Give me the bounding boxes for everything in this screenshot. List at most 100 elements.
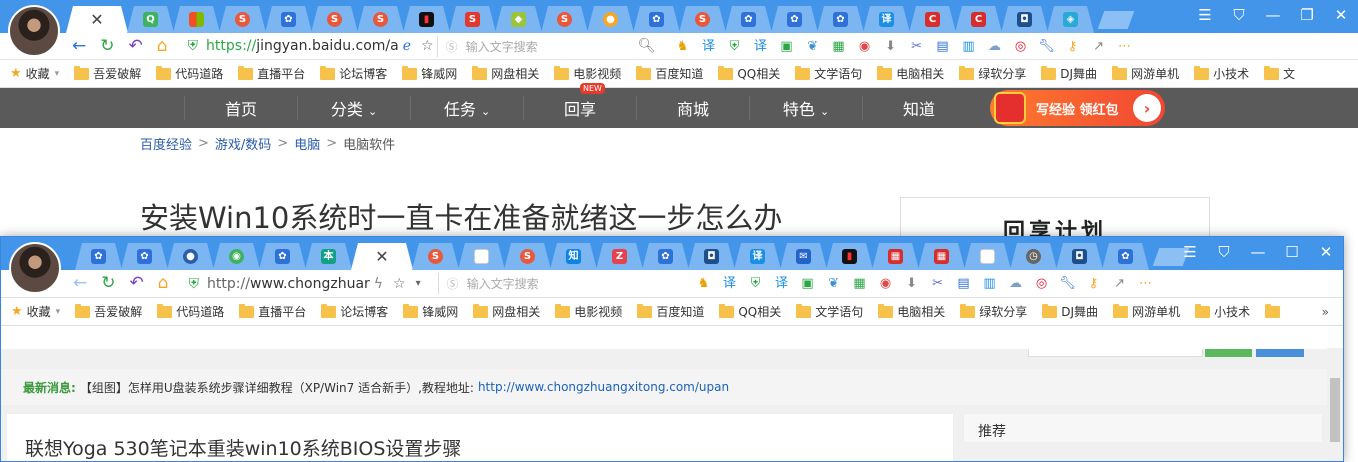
home-icon[interactable]: ⌂ (158, 275, 169, 292)
bookmark-folder[interactable]: 锋威网 (402, 65, 457, 82)
breadcrumb-item[interactable]: 百度经验 (140, 134, 192, 153)
restore-button[interactable]: ❐ (1290, 0, 1324, 30)
shield-ext-icon[interactable]: ⛨ (743, 274, 769, 294)
bus-icon[interactable]: ▤ (930, 36, 956, 56)
key-icon[interactable]: ⚷ (1081, 274, 1107, 294)
close-button[interactable]: ✕ (1324, 0, 1358, 30)
star-icon[interactable]: ☆ (393, 276, 406, 292)
tab[interactable]: ● (587, 6, 634, 33)
tab[interactable]: S (449, 6, 496, 33)
tab-close-icon[interactable]: ✕ (375, 247, 388, 266)
nav-mall[interactable]: 商城 (636, 96, 749, 120)
photo-ext-icon[interactable]: ▣ (795, 274, 821, 294)
url-field[interactable]: ⛨ http://www.chongzhuar ϟ ☆ ▾ (189, 273, 439, 294)
tab[interactable]: ◘ (1001, 6, 1048, 33)
back-arrow-icon[interactable]: ← (73, 275, 87, 292)
tab[interactable]: ◆ (495, 6, 542, 33)
translate-icon[interactable]: 译 (717, 274, 743, 294)
cloud-icon[interactable]: ☁ (1003, 274, 1029, 294)
scissors-icon[interactable]: ✂ (925, 274, 951, 294)
paste-icon[interactable]: ▥ (977, 274, 1003, 294)
tab[interactable]: ▮ (403, 6, 450, 33)
nav-share[interactable]: 回享 NEW (523, 83, 636, 120)
tab[interactable]: ✿ (121, 243, 168, 270)
bookmark-folder[interactable]: 电脑相关 (878, 303, 945, 320)
bookmark-folder[interactable]: 论坛博客 (321, 303, 388, 320)
bookmark-folder[interactable]: 电影视频 (555, 303, 622, 320)
bookmark-folder[interactable]: 绿软分享 (960, 303, 1027, 320)
tab-close-icon[interactable]: ✕ (90, 10, 103, 29)
weibo-icon[interactable]: ◎ (1029, 274, 1055, 294)
refresh-icon[interactable]: ↻ (101, 275, 115, 292)
tab[interactable] (173, 6, 220, 33)
bookmark-folder[interactable]: 网盘相关 (473, 303, 540, 320)
tab[interactable]: S (679, 6, 726, 33)
more-icon[interactable]: ⋯ (1133, 274, 1159, 294)
translate-icon[interactable]: 译 (696, 36, 722, 56)
tab-active[interactable]: ✕ (66, 6, 128, 33)
scrollbar-thumb[interactable] (1330, 378, 1340, 442)
bookmark-folder[interactable]: 小技术 (1194, 65, 1249, 82)
url-field[interactable]: ⛨ https://jingyan.baidu.com/a ℯ ☆ ▾ (188, 35, 438, 57)
lightning-icon[interactable]: ϟ (374, 276, 383, 292)
tab[interactable]: S (412, 243, 459, 270)
tab[interactable]: ◈ (1047, 6, 1094, 33)
tab[interactable]: ◉ (213, 243, 260, 270)
tab[interactable]: ✿ (259, 243, 306, 270)
bookmark-folder[interactable]: 绿软分享 (959, 65, 1026, 82)
cloud-icon[interactable]: ☁ (982, 36, 1008, 56)
minimize-button[interactable]: — (1241, 237, 1275, 267)
tab[interactable]: 译 (863, 6, 910, 33)
skin-icon[interactable]: ⛉ (1207, 237, 1241, 267)
tab[interactable]: ✿ (633, 6, 680, 33)
bookmark-folder[interactable]: 论坛博客 (320, 65, 387, 82)
nav-feature[interactable]: 特色 ⌄ (749, 96, 862, 120)
download-icon[interactable]: ⬇ (878, 36, 904, 56)
translate-icon[interactable]: 译 (769, 274, 795, 294)
bookmark-folder[interactable]: 文 (1264, 65, 1295, 82)
play-icon[interactable]: ◉ (852, 36, 878, 56)
site-login-button[interactable] (1256, 349, 1304, 357)
tab[interactable]: ✿ (817, 6, 864, 33)
tab[interactable]: C (955, 6, 1002, 33)
search-icon[interactable]: 🔍︎ (638, 38, 656, 54)
nav-tasks[interactable]: 任务 ⌄ (410, 96, 523, 120)
bookmark-folder[interactable]: 网盘相关 (472, 65, 539, 82)
tab[interactable]: ✿ (642, 243, 689, 270)
extension-icon[interactable]: ♞ (691, 274, 717, 294)
bookmark-folder[interactable]: 百度知道 (636, 65, 703, 82)
download-icon[interactable]: ⬇ (899, 274, 925, 294)
tab[interactable]: ✿ (725, 6, 772, 33)
paste-icon[interactable]: ▥ (956, 36, 982, 56)
nav-zhidao[interactable]: 知道 (862, 96, 975, 120)
tab[interactable]: Q (127, 6, 174, 33)
refresh-icon[interactable]: ↻ (100, 37, 114, 55)
home-icon[interactable]: ⌂ (157, 37, 168, 55)
minimize-button[interactable]: — (1256, 0, 1290, 30)
tab[interactable]: 译 (734, 243, 781, 270)
breadcrumb-item[interactable]: 电脑 (294, 134, 320, 153)
tab[interactable]: ▮ (826, 243, 873, 270)
tab[interactable]: ✿ (771, 6, 818, 33)
bookmark-folder[interactable]: DJ舞曲 (1041, 65, 1097, 82)
arrow-ext-icon[interactable]: ↗ (1107, 274, 1133, 294)
scissors-icon[interactable]: ✂ (904, 36, 930, 56)
scrollbar[interactable] (1327, 348, 1343, 461)
bus-icon[interactable]: ▤ (951, 274, 977, 294)
search-field[interactable]: Ⓢ 输入文字搜索 (447, 275, 657, 292)
bookmark-folder[interactable]: QQ相关 (718, 65, 780, 82)
bookmark-folder[interactable]: 电影视频 (554, 65, 621, 82)
search-field[interactable]: Ⓢ 输入文字搜索 🔍︎ (446, 38, 656, 55)
photo-ext-icon[interactable]: ▣ (774, 36, 800, 56)
video-ext-icon[interactable]: ▦ (826, 36, 852, 56)
back-arrow-icon[interactable]: ← (72, 37, 86, 55)
undo-icon[interactable]: ↶ (129, 37, 143, 55)
tab[interactable]: ◷ (1010, 243, 1057, 270)
video-ext-icon[interactable]: ▦ (847, 274, 873, 294)
tab-active[interactable]: ✕ (351, 243, 413, 270)
nav-category[interactable]: 分类 ⌄ (297, 96, 410, 120)
tab[interactable]: ▦ (918, 243, 965, 270)
tab[interactable]: ✿ (1102, 243, 1149, 270)
bookmark-folder[interactable]: DJ舞曲 (1042, 303, 1098, 320)
bookmark-folder[interactable]: 代码道路 (157, 303, 224, 320)
